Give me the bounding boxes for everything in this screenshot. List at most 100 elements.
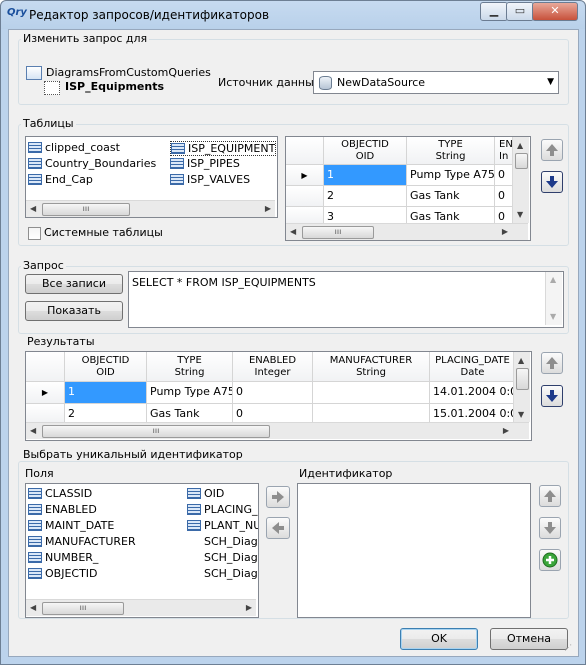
field-item[interactable]: CLASSID (28, 487, 92, 500)
diagrams-folder-icon (26, 66, 42, 80)
current-row-indicator-icon[interactable]: ▶ (286, 165, 324, 186)
column-header[interactable]: OBJECTID OID (324, 137, 407, 165)
grid-cell[interactable]: 2 (324, 186, 407, 207)
list-item[interactable]: ISP_PIPES (170, 157, 240, 170)
maximize-button[interactable]: ▭ (506, 2, 534, 21)
table-preview-grid[interactable]: OBJECTID OID TYPE String ENA In ▶ 1 Pump Ty… (285, 136, 531, 241)
scroll-right-icon[interactable]: ▶ (502, 227, 508, 236)
cancel-button[interactable]: Отмена (490, 628, 568, 650)
scroll-up-icon[interactable]: ▲ (550, 275, 556, 284)
datasource-select[interactable]: NewDataSource ▼ (313, 71, 559, 94)
move-up-button[interactable] (541, 139, 563, 161)
field-item[interactable]: SCH_Diagra (204, 567, 258, 580)
remove-field-button[interactable] (266, 517, 290, 539)
results-grid[interactable]: OBJECTID OID TYPE String ENABLED Integer MA… (25, 351, 532, 441)
scroll-right-icon[interactable]: ▶ (265, 204, 271, 213)
scroll-down-icon[interactable]: ▼ (518, 410, 524, 419)
scroll-left-icon[interactable]: ◀ (30, 603, 36, 612)
show-button[interactable]: Показать (25, 301, 123, 321)
results-move-up-button[interactable] (541, 352, 563, 374)
scroll-left-icon[interactable]: ◀ (30, 426, 36, 435)
results-move-down-button[interactable] (541, 385, 563, 407)
column-header[interactable]: PLACING_DATE Date (430, 352, 516, 382)
fields-hscrollbar[interactable]: ◀ ııı ▶ (26, 599, 256, 616)
grid-cell[interactable]: 1 (324, 165, 407, 186)
tables-list-hscrollbar[interactable]: ◀ ııı ▶ (26, 200, 275, 217)
fields-list[interactable]: CLASSID ENABLED MAINT_DATE MANUFACTURER … (25, 483, 259, 618)
grid-cell[interactable]: 2 (65, 404, 147, 424)
column-header[interactable]: TYPE String (407, 137, 495, 165)
title-bar[interactable]: Qry Редактор запросов/идентификаторов ▁ … (1, 1, 585, 29)
scroll-left-icon[interactable]: ◀ (290, 227, 296, 236)
grid-cell[interactable]: Gas Tank (147, 404, 233, 424)
field-item[interactable]: NUMBER_ (28, 551, 98, 564)
field-item[interactable]: PLACING_I (187, 503, 258, 516)
scroll-up-icon[interactable]: ▲ (517, 141, 523, 150)
grid-cell[interactable]: 15.01.2004 0:00:0 (430, 404, 516, 424)
column-header[interactable]: TYPE String (147, 352, 233, 382)
scroll-thumb[interactable]: ııı (42, 602, 124, 615)
field-item[interactable]: SCH_Diagra (204, 535, 258, 548)
scroll-left-icon[interactable]: ◀ (30, 204, 36, 213)
identifier-move-up-button[interactable] (539, 485, 561, 507)
list-item[interactable]: ISP_VALVES (170, 173, 250, 186)
sql-vscrollbar[interactable]: ▲ ▼ (545, 272, 562, 325)
grid-cell[interactable]: Pump Type A75 (147, 382, 233, 404)
preview-vscrollbar[interactable]: ▲ ▼ (512, 137, 529, 223)
preview-hscrollbar[interactable]: ◀ ııı ▶ (286, 223, 528, 240)
tree-child-item[interactable]: ISP_Equipments (65, 80, 164, 93)
grid-cell[interactable]: Pump Type A75 (407, 165, 495, 186)
grid-cell[interactable]: 1 (65, 382, 147, 404)
list-item[interactable]: ISP_EQUIPMENTS (170, 141, 276, 156)
add-identifier-button[interactable] (539, 549, 561, 571)
scroll-down-icon[interactable]: ▼ (517, 210, 523, 219)
list-item[interactable]: clipped_coast (28, 141, 120, 154)
row-header[interactable] (26, 404, 65, 424)
scroll-thumb[interactable] (516, 368, 529, 390)
resize-grip[interactable]: ⋰ (564, 643, 572, 652)
grid-cell[interactable]: 14.01.2004 0:00:0 (430, 382, 516, 404)
add-field-button[interactable] (266, 486, 290, 508)
scroll-up-icon[interactable]: ▲ (518, 356, 524, 365)
field-item[interactable]: ENABLED (28, 503, 97, 516)
list-item[interactable]: End_Cap (28, 173, 93, 186)
field-item[interactable]: SCH_Diagra (204, 551, 258, 564)
grid-cell[interactable]: 0 (233, 404, 313, 424)
field-item[interactable]: OBJECTID (28, 567, 98, 580)
field-item[interactable]: MAINT_DATE (28, 519, 114, 532)
grid-cell[interactable] (313, 382, 430, 404)
scroll-thumb[interactable]: ııı (42, 203, 130, 216)
tree-parent-item[interactable]: DiagramsFromCustomQueries (46, 66, 211, 79)
minimize-button[interactable]: ▁ (480, 2, 508, 21)
column-header[interactable]: MANUFACTURER String (313, 352, 430, 382)
identifier-move-down-button[interactable] (539, 517, 561, 539)
grid-cell[interactable] (313, 404, 430, 424)
close-button[interactable]: ✕ (532, 2, 578, 21)
move-down-button[interactable] (541, 171, 563, 193)
field-item[interactable]: OID (187, 487, 224, 500)
list-item[interactable]: Country_Boundaries (28, 157, 156, 170)
column-header[interactable]: OBJECTID OID (65, 352, 147, 382)
grid-corner (26, 352, 65, 382)
scroll-down-icon[interactable]: ▼ (550, 312, 556, 321)
results-vscrollbar[interactable]: ▲ ▼ (513, 352, 530, 422)
field-item[interactable]: PLANT_NU (187, 519, 258, 532)
scroll-thumb[interactable]: ııı (302, 226, 374, 239)
field-item[interactable]: MANUFACTURER (28, 535, 136, 548)
scroll-thumb[interactable]: ııı (42, 425, 270, 438)
scroll-thumb[interactable] (515, 153, 528, 169)
sql-query-textarea[interactable]: SELECT * FROM ISP_EQUIPMENTS ▲ ▼ (128, 271, 564, 328)
current-row-indicator-icon[interactable]: ▶ (26, 382, 65, 404)
system-tables-checkbox[interactable] (28, 227, 41, 240)
row-header[interactable] (286, 186, 324, 207)
all-records-button[interactable]: Все записи (25, 274, 123, 294)
column-header[interactable]: ENABLED Integer (233, 352, 313, 382)
grid-cell[interactable]: Gas Tank (407, 186, 495, 207)
identifier-list[interactable] (297, 483, 531, 618)
ok-button[interactable]: OK (400, 628, 478, 650)
scroll-right-icon[interactable]: ▶ (503, 426, 509, 435)
scroll-right-icon[interactable]: ▶ (246, 603, 252, 612)
results-hscrollbar[interactable]: ◀ ııı ▶ (26, 422, 529, 439)
grid-cell[interactable]: 0 (233, 382, 313, 404)
tables-list[interactable]: clipped_coast Country_Boundaries End_Cap… (25, 136, 278, 218)
